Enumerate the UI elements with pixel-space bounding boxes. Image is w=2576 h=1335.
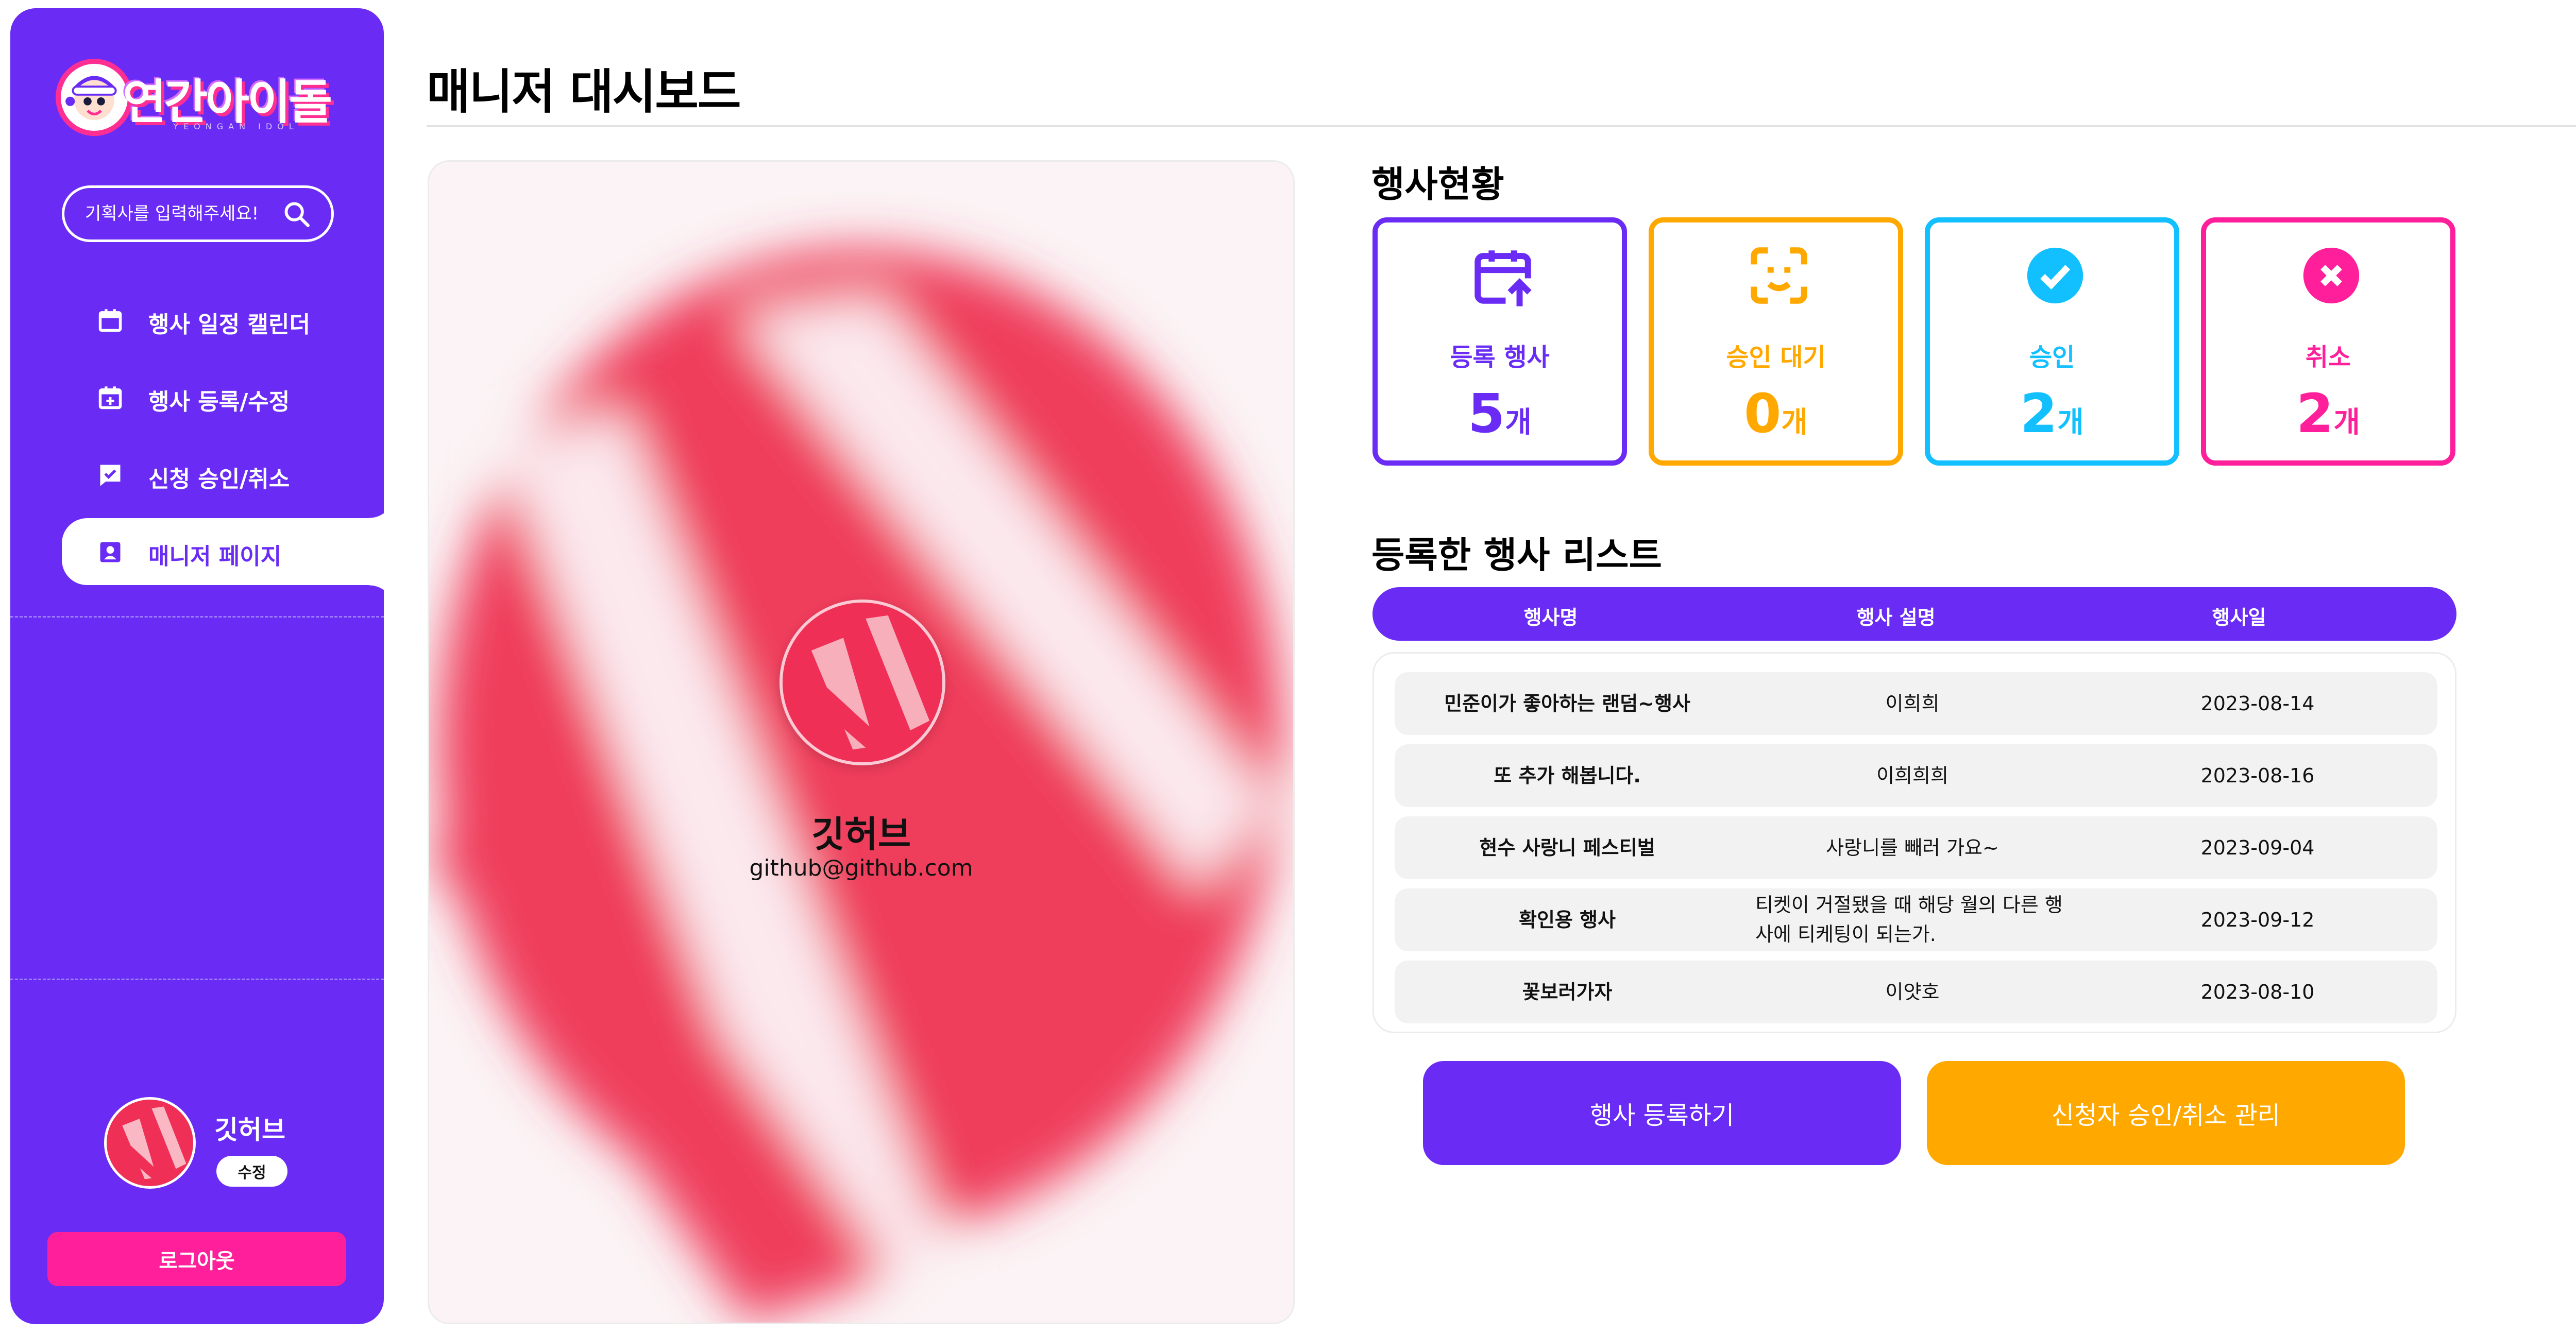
profile-card: 깃허브 github@github.com [428,160,1295,1324]
sidebar-item-label: 행사 일정 캘린더 [148,312,310,338]
stat-card-approved[interactable]: 승인 2개 [1925,217,2179,466]
table-header: 행사명 행사 설명 행사일 [1372,587,2456,641]
stat-card-registered[interactable]: 등록 행사 5개 [1372,217,1627,466]
table-row[interactable]: 꽃보러가자 이얏호 2023-08-10 [1395,961,2437,1023]
stat-label: 승인 [2029,343,2075,372]
table-row[interactable]: 또 추가 해봅니다. 이희희희 2023-08-16 [1395,744,2437,807]
page-title: 매니저 대시보드 [427,64,741,119]
calendar-upload-icon [1475,250,1532,306]
check-chat-icon [100,465,121,486]
event-name: 꽃보러가자 [1522,980,1613,1003]
event-name: 민준이가 좋아하는 랜덤~행사 [1444,692,1690,715]
mascot-icon [56,59,133,136]
app-logo[interactable]: 연간아이돌 YEONGAN IDOL [56,59,354,141]
stat-value: 5개 [1468,382,1532,445]
stat-value: 0개 [1744,382,1808,445]
calendar-plus-icon [98,386,122,409]
sidebar-item-register[interactable]: 행사 등록/수정 [62,364,394,431]
profile-avatar[interactable] [779,600,945,765]
x-circle-icon [2303,247,2360,304]
sidebar: 연간아이돌 YEONGAN IDOL 행사 일정 캘린더 행사 등록/수정 [10,8,394,1324]
manage-applicants-button[interactable]: 신청자 승인/취소 관리 [1927,1061,2405,1165]
logo-subtitle: YEONGAN IDOL [173,122,299,131]
profile-name: 깃허브 [811,813,911,855]
event-date: 2023-08-14 [2200,692,2315,715]
sidebar-item-manager-page[interactable]: 매니저 페이지 [62,493,394,610]
divider [10,616,384,618]
stat-card-pending[interactable]: 승인 대기 0개 [1649,217,1903,466]
logout-button[interactable]: 로그아웃 [47,1232,346,1286]
profile-badge-icon [100,542,121,562]
event-name: 현수 사랑니 페스티벌 [1479,836,1655,859]
event-desc: 이희희희 [1876,764,1948,787]
event-list-title: 등록한 행사 리스트 [1371,534,1662,576]
table-row[interactable]: 민준이가 좋아하는 랜덤~행사 이희희 2023-08-14 [1395,672,2437,735]
face-scan-icon [1751,247,1807,304]
event-desc: 사랑니를 빼러 가요~ [1826,836,1999,859]
event-date: 2023-08-10 [2200,980,2315,1003]
column-header: 행사 설명 [1856,606,1936,629]
sidebar-item-label: 매니저 페이지 [148,543,282,570]
event-date: 2023-08-16 [2200,764,2315,787]
profile-email: github@github.com [749,855,973,881]
event-desc: 이얏호 [1885,980,1940,1003]
table-row[interactable]: 확인용 행사 티켓이 거절됐을 때 해당 월의 다른 행사에 티케팅이 되는가.… [1395,888,2437,951]
stat-card-canceled[interactable]: 취소 2개 [2201,217,2455,466]
event-desc: 이희희 [1885,692,1940,715]
stat-label: 등록 행사 [1450,343,1550,372]
search-box [62,185,334,242]
sidebar-item-calendar[interactable]: 행사 일정 캘린더 [62,286,394,353]
column-header: 행사명 [1523,606,1578,629]
search-icon[interactable] [282,199,312,229]
divider [427,125,2576,127]
register-event-button[interactable]: 행사 등록하기 [1423,1061,1901,1165]
event-name: 확인용 행사 [1518,908,1616,931]
stat-value: 2개 [2020,382,2084,445]
event-desc: 티켓이 거절됐을 때 해당 월의 다른 행사에 티케팅이 되는가. [1755,894,2063,946]
check-circle-icon [2027,247,2083,304]
divider [10,979,384,980]
stats-title: 행사현황 [1371,163,1504,206]
table-row[interactable]: 현수 사랑니 페스티벌 사랑니를 빼러 가요~ 2023-09-04 [1395,816,2437,879]
avatar[interactable] [104,1097,196,1189]
calendar-icon [98,309,122,332]
column-header: 행사일 [2212,606,2266,629]
stat-value: 2개 [2296,382,2360,445]
search-input[interactable] [85,188,281,239]
event-name: 또 추가 해봅니다. [1494,764,1641,787]
event-date: 2023-09-04 [2200,836,2315,859]
sidebar-item-label: 신청 승인/취소 [148,466,290,492]
stat-label: 취소 [2305,343,2351,372]
sidebar-item-label: 행사 등록/수정 [148,389,290,415]
edit-profile-button[interactable]: 수정 [216,1156,287,1187]
tab-curve [369,493,394,518]
tab-curve [369,585,394,610]
stat-label: 승인 대기 [1726,343,1826,372]
event-date: 2023-09-12 [2200,908,2315,931]
sidebar-item-approval[interactable]: 신청 승인/취소 [62,441,394,508]
user-name: 깃허브 [214,1115,285,1145]
event-table: 민준이가 좋아하는 랜덤~행사 이희희 2023-08-14 또 추가 해봅니다… [1372,652,2456,1033]
